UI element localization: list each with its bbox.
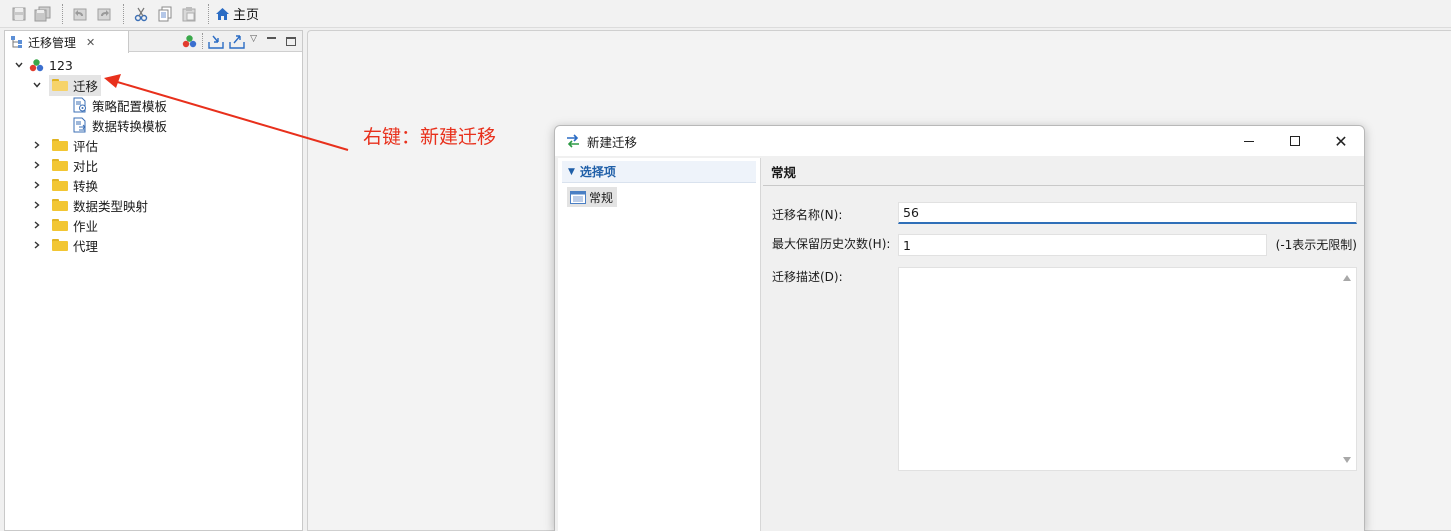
scroll-down-icon[interactable] [1343, 457, 1351, 463]
history-hint: (-1表示无限制) [1275, 238, 1357, 252]
tools-separator [202, 33, 204, 49]
tree-node-convert[interactable]: 转换 [5, 175, 302, 195]
tree-node-root[interactable]: 123 [5, 55, 302, 75]
migration-tree: 123 迁移 策略配置模板 数据转换模板 评估 对比 转换 数据类型映射 作业 … [5, 52, 302, 255]
dialog-page: 常规 迁移名称(N): 56 最大保留历史次数(H): 1 (-1表示无限制) … [763, 158, 1364, 531]
toolbar-separator [123, 3, 124, 24]
description-label: 迁移描述(D): [772, 270, 843, 284]
dialog-title: 新建迁移 [587, 134, 638, 150]
undo-icon[interactable] [69, 3, 91, 25]
panel-tools: ▽ [182, 33, 296, 49]
scroll-up-icon[interactable] [1343, 275, 1351, 281]
caret-down-icon: ▼ [568, 166, 575, 177]
tree-view-icon [11, 36, 22, 48]
tree-node-label: 对比 [73, 158, 99, 174]
panel-header: 迁移管理 ✕ ▽ [5, 31, 302, 53]
template-config-icon [73, 97, 86, 113]
nav-section-header[interactable]: ▼ 选择项 [562, 161, 756, 183]
name-label: 迁移名称(N): [772, 208, 843, 222]
nav-section-label: 选择项 [579, 165, 616, 179]
tree-node-evaluate[interactable]: 评估 [5, 135, 302, 155]
database-cluster-icon[interactable] [182, 34, 197, 49]
database-cluster-icon [29, 58, 44, 71]
chevron-down-icon[interactable] [31, 79, 43, 91]
cut-icon[interactable] [130, 3, 152, 25]
chevron-right-icon[interactable] [31, 159, 43, 171]
paste-icon[interactable] [178, 3, 200, 25]
migration-manager-panel: 迁移管理 ✕ ▽ 123 迁移 策略配置模板 数据转换模板 评估 对比 转换 数… [4, 30, 303, 531]
maximize-icon[interactable] [286, 36, 296, 46]
tree-node-jobs[interactable]: 作业 [5, 215, 302, 235]
close-icon[interactable]: ✕ [86, 36, 95, 49]
tree-node-data-transform-template[interactable]: 数据转换模板 [5, 115, 302, 135]
tab-migration-manager[interactable]: 迁移管理 ✕ [5, 31, 129, 53]
folder-icon [52, 159, 68, 171]
chevron-right-icon[interactable] [31, 239, 43, 251]
migrate-arrows-icon [567, 134, 579, 148]
tree-node-label: 代理 [73, 238, 99, 254]
tree-node-label: 策略配置模板 [92, 98, 168, 114]
chevron-down-icon[interactable] [13, 59, 25, 71]
folder-icon [52, 219, 68, 231]
copy-icon[interactable] [154, 3, 176, 25]
minimize-icon[interactable] [267, 37, 276, 39]
tree-node-label: 转换 [73, 178, 99, 194]
main-toolbar: 主页 [0, 0, 1451, 28]
tree-node-compare[interactable]: 对比 [5, 155, 302, 175]
save-all-icon[interactable] [32, 3, 54, 25]
nav-item-general[interactable]: 常规 [567, 187, 617, 207]
tree-node-label: 123 [49, 57, 73, 73]
tree-node-label: 评估 [73, 138, 99, 154]
form-list-icon [570, 190, 586, 204]
home-label: 主页 [233, 8, 260, 23]
template-transform-icon [73, 117, 86, 133]
dialog-body: ▼ 选择项 常规 常规 迁移名称(N): 56 最大保留历史次数(H): 1 (… [555, 156, 1364, 531]
tree-node-agents[interactable]: 代理 [5, 235, 302, 255]
tree-node-label: 数据转换模板 [92, 118, 168, 134]
home-icon [216, 7, 229, 20]
window-controls: ✕ [1226, 126, 1364, 156]
tree-node-strategy-template[interactable]: 策略配置模板 [5, 95, 302, 115]
maximize-button[interactable] [1272, 126, 1318, 156]
tree-node-label: 作业 [73, 218, 99, 234]
history-label: 最大保留历史次数(H): [772, 237, 891, 251]
new-migration-dialog: 新建迁移 ✕ ▼ 选择项 常规 常规 迁移名称(N): 56 最大保留历史次数(… [554, 125, 1365, 531]
folder-icon [52, 179, 68, 191]
tree-node-migration[interactable]: 迁移 [5, 74, 302, 96]
annotation-text: 右键：新建迁移 [363, 126, 497, 148]
folder-icon [52, 139, 68, 151]
tree-node-label: 数据类型映射 [73, 198, 149, 214]
home-button[interactable]: 主页 [215, 4, 259, 23]
chevron-right-icon[interactable] [31, 179, 43, 191]
migration-name-input[interactable]: 56 [898, 202, 1357, 224]
close-button[interactable]: ✕ [1318, 126, 1364, 156]
toolbar-separator [62, 3, 63, 24]
import-icon[interactable] [208, 34, 224, 49]
page-title: 常规 [763, 158, 1364, 186]
max-history-input[interactable]: 1 [898, 234, 1267, 256]
export-icon[interactable] [229, 34, 245, 49]
tree-node-selected[interactable]: 迁移 [49, 74, 102, 96]
chevron-right-icon[interactable] [31, 219, 43, 231]
save-icon[interactable] [8, 3, 30, 25]
toolbar-separator [208, 3, 209, 24]
redo-icon[interactable] [93, 3, 115, 25]
view-menu-icon[interactable]: ▽ [250, 34, 257, 44]
folder-icon [52, 239, 68, 251]
migration-description-textarea[interactable] [898, 267, 1357, 471]
tree-node-label: 迁移 [73, 78, 99, 94]
tab-label: 迁移管理 [28, 35, 77, 50]
dialog-nav: ▼ 选择项 常规 [558, 158, 761, 531]
minimize-button[interactable] [1226, 126, 1272, 156]
folder-open-icon [52, 79, 68, 91]
folder-icon [52, 199, 68, 211]
chevron-right-icon[interactable] [31, 199, 43, 211]
nav-item-label: 常规 [589, 190, 614, 205]
chevron-right-icon[interactable] [31, 139, 43, 151]
tree-node-datatype-mapping[interactable]: 数据类型映射 [5, 195, 302, 215]
